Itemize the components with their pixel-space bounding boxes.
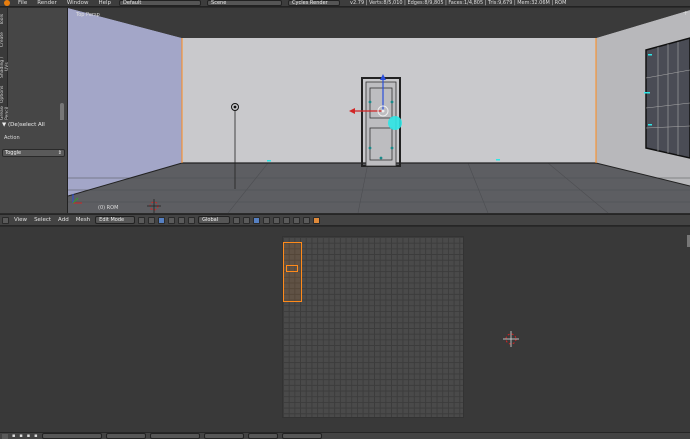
window: [644, 37, 690, 159]
proportional-edit-icon[interactable]: [273, 216, 281, 224]
uv-image-editor[interactable]: [0, 227, 690, 432]
tab-options[interactable]: Options: [0, 84, 8, 104]
uv-editor-type-icon[interactable]: [2, 433, 8, 439]
2d-cursor-icon: [503, 331, 519, 347]
3d-view-header: View Select Add Mesh Edit Mode Global: [0, 214, 690, 226]
transform-orientation-dropdown[interactable]: Global: [198, 216, 231, 224]
blender-logo-icon[interactable]: [4, 0, 10, 6]
mode-dropdown[interactable]: Edit Mode: [95, 216, 136, 224]
uv-menu-uvs-icon[interactable]: ▪: [34, 433, 37, 439]
action-select-value: Toggle: [5, 150, 22, 156]
uv-editor-header: ▪ ▪ ▪ ▪: [0, 432, 690, 439]
header-menu-select[interactable]: Select: [32, 217, 53, 223]
image-browse-dropdown[interactable]: [41, 433, 102, 439]
tab-tools[interactable]: Tools: [0, 10, 8, 28]
face-select-icon[interactable]: [253, 216, 261, 224]
snap-icon[interactable]: [283, 216, 291, 224]
area-split-plus-icon[interactable]: +: [683, 10, 688, 17]
pivot-point-icon[interactable]: [148, 216, 156, 224]
uv-grid: [282, 236, 464, 418]
vertex-select-icon[interactable]: [233, 216, 241, 224]
shelf-scrollbar[interactable]: [60, 18, 64, 123]
opengl-render-icon[interactable]: [303, 216, 311, 224]
editor-type-icon[interactable]: [2, 216, 9, 224]
menu-file[interactable]: File: [16, 0, 29, 6]
operator-title: (De)select All: [7, 122, 45, 128]
uv-menu-image-icon[interactable]: ▪: [27, 433, 30, 439]
snap-element-icon[interactable]: [293, 216, 301, 224]
uv-menu-view-icon[interactable]: ▪: [12, 433, 15, 439]
room-scene: [68, 8, 690, 213]
tool-shelf: Tools Create Shading / UVs Options Greas…: [0, 8, 68, 213]
top-menu-bar: File Render Window Help Default Scene Cy…: [0, 0, 690, 7]
translate-icon[interactable]: [168, 216, 176, 224]
uv-island-inner: [286, 265, 298, 272]
3d-viewport[interactable]: Top Persp (0) ROM +: [68, 8, 690, 213]
menu-render[interactable]: Render: [35, 0, 59, 6]
view-name-label: Top Persp: [76, 12, 100, 18]
view-mode-dropdown[interactable]: [105, 433, 146, 439]
menu-window[interactable]: Window: [65, 0, 91, 6]
uv-sync-dropdown[interactable]: [247, 433, 278, 439]
scene-dropdown[interactable]: Scene: [207, 0, 283, 6]
animation-render-icon[interactable]: [313, 216, 321, 224]
uv-select-mode-dropdown[interactable]: [203, 433, 244, 439]
edge-select-icon[interactable]: [243, 216, 251, 224]
header-menu-add[interactable]: Add: [56, 217, 71, 223]
uv-pivot-dropdown[interactable]: [149, 433, 200, 439]
scene-statistics: v2.79 | Verts:8/5,010 | Edges:8/9,805 | …: [350, 0, 567, 6]
floor: [68, 163, 690, 213]
action-select[interactable]: Toggle ⇕: [2, 149, 65, 157]
tab-create[interactable]: Create: [0, 30, 8, 50]
render-engine-dropdown[interactable]: Cycles Render: [288, 0, 341, 6]
uv-snap-dropdown[interactable]: [281, 433, 322, 439]
tab-shading-uvs[interactable]: Shading / UVs: [0, 52, 10, 82]
operator-panel-title[interactable]: ▼ (De)select All: [2, 122, 45, 128]
manipulator-toggle-icon[interactable]: [158, 216, 166, 224]
updown-icon: ⇕: [57, 150, 62, 156]
scale-icon[interactable]: [188, 216, 196, 224]
operator-panel: ▼ (De)select All: [0, 120, 67, 213]
menu-help[interactable]: Help: [97, 0, 114, 6]
active-object-label: (0) ROM: [98, 205, 119, 211]
tab-grease-pencil[interactable]: Grease Pencil: [0, 106, 8, 120]
viewport-shading-icon[interactable]: [138, 216, 146, 224]
header-menu-mesh[interactable]: Mesh: [74, 217, 92, 223]
uv-island-selected[interactable]: [283, 242, 302, 302]
limit-selection-icon[interactable]: [263, 216, 271, 224]
header-menu-view[interactable]: View: [12, 217, 29, 223]
screen-layout-dropdown[interactable]: Default: [119, 0, 202, 6]
lamp-glow: [388, 116, 402, 130]
rotate-icon[interactable]: [178, 216, 186, 224]
uv-menu-select-icon[interactable]: ▪: [19, 433, 22, 439]
action-label: Action: [4, 135, 20, 141]
